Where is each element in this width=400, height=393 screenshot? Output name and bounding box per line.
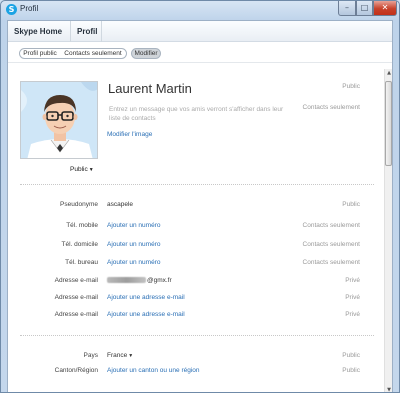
field-visibility: Public xyxy=(342,352,360,359)
field-visibility: Contacts seulement xyxy=(302,241,360,248)
change-picture-link[interactable]: Modifier l'image xyxy=(107,131,152,138)
maximize-button[interactable]: □ xyxy=(356,1,373,16)
chevron-down-icon: ▼ xyxy=(88,167,94,173)
field-label: Tél. bureau xyxy=(65,259,98,266)
section-divider xyxy=(20,184,374,185)
add-email-link[interactable]: Ajouter une adresse e-mail xyxy=(107,294,185,301)
profil-public-button[interactable]: Profil public xyxy=(19,48,61,59)
field-visibility: Contacts seulement xyxy=(302,222,360,229)
field-label: Pseudonyme xyxy=(60,201,98,208)
field-visibility: Contacts seulement xyxy=(302,259,360,266)
scroll-down-icon[interactable]: ▼ xyxy=(385,386,392,392)
field-label: Pays xyxy=(83,352,98,359)
avatar[interactable] xyxy=(20,81,98,159)
name-visibility: Public xyxy=(342,83,360,90)
scroll-up-icon[interactable]: ▲ xyxy=(385,69,392,78)
profile-content: Skype Home Profil Profil public Contacts… xyxy=(7,20,393,392)
scrollbar-thumb[interactable] xyxy=(385,81,392,166)
tab-skype-home[interactable]: Skype Home xyxy=(8,21,71,42)
field-visibility: Privé xyxy=(345,277,360,284)
field-label: Adresse e-mail xyxy=(54,311,98,318)
add-email-link[interactable]: Ajouter une adresse e-mail xyxy=(107,311,185,318)
email-domain: @gmx.fr xyxy=(147,277,172,284)
skype-icon: S xyxy=(6,4,17,15)
country-dropdown[interactable]: France▼ xyxy=(107,352,133,359)
field-visibility: Privé xyxy=(345,311,360,318)
picture-visibility-dropdown[interactable]: Public▼ xyxy=(70,166,94,173)
field-visibility: Public xyxy=(342,201,360,208)
field-visibility: Privé xyxy=(345,294,360,301)
title-bar: S Profil – □ ✕ xyxy=(1,1,399,19)
close-button[interactable]: ✕ xyxy=(373,1,397,16)
field-label: Tél. mobile xyxy=(66,222,98,229)
profile-view-switcher: Profil public Contacts seulement Modifie… xyxy=(8,43,392,63)
window-title: Profil xyxy=(20,4,39,13)
redacted-email-user xyxy=(107,277,146,284)
picture-visibility-value: Public xyxy=(70,166,88,173)
mood-visibility: Contacts seulement xyxy=(302,104,360,111)
contacts-seulement-button[interactable]: Contacts seulement xyxy=(60,48,127,59)
modifier-button[interactable]: Modifier xyxy=(131,48,161,59)
tab-profil[interactable]: Profil xyxy=(71,21,102,42)
main-tabs: Skype Home Profil xyxy=(8,21,392,42)
add-mobile-number-link[interactable]: Ajouter un numéro xyxy=(107,222,160,229)
add-office-number-link[interactable]: Ajouter un numéro xyxy=(107,259,160,266)
add-home-number-link[interactable]: Ajouter un numéro xyxy=(107,241,160,248)
mood-message-input[interactable]: Entrez un message que vos amis verront s… xyxy=(109,105,289,123)
display-name[interactable]: Laurent Martin xyxy=(108,81,192,96)
field-visibility: Public xyxy=(342,367,360,374)
add-region-link[interactable]: Ajouter un canton ou une région xyxy=(107,367,200,374)
minimize-button[interactable]: – xyxy=(338,1,356,16)
section-divider xyxy=(20,335,374,336)
chevron-down-icon: ▼ xyxy=(128,353,134,359)
field-label: Tél. domicile xyxy=(61,241,98,248)
field-label: Adresse e-mail xyxy=(54,294,98,301)
email-value[interactable]: @gmx.fr xyxy=(107,277,172,284)
vertical-scrollbar[interactable]: ▲ ▼ xyxy=(384,69,392,392)
country-value: France xyxy=(107,352,128,359)
field-label: Adresse e-mail xyxy=(54,277,98,284)
field-label: Canton/Région xyxy=(54,367,98,374)
skype-profile-window: S Profil – □ ✕ Skype Home Profil Profil … xyxy=(0,0,400,393)
nickname-value[interactable]: ascapele xyxy=(107,201,133,208)
